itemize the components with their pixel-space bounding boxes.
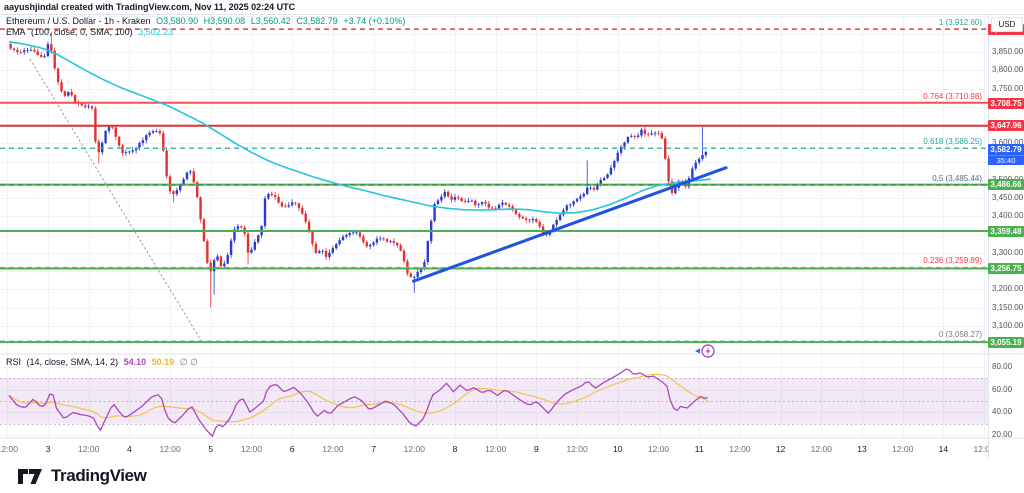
price-tick: 3,150.00 xyxy=(992,303,1023,312)
rsi-tick: 80.00 xyxy=(992,362,1012,371)
price-level-label: 3,708.75 xyxy=(988,98,1024,109)
price-tick: 3,450.00 xyxy=(992,193,1023,202)
rsi-sma-value: 50.19 xyxy=(152,357,175,367)
time-tick-intraday: 12:00 xyxy=(78,444,99,454)
time-tick-intraday: 12:00 xyxy=(485,444,506,454)
price-tick: 3,200.00 xyxy=(992,284,1023,293)
symbol-title[interactable]: Ethereum / U.S. Dollar - 1h - Kraken xyxy=(6,16,151,26)
time-tick-intraday: 12:00 xyxy=(322,444,343,454)
time-tick-day: 9 xyxy=(534,444,539,454)
time-tick-day: 4 xyxy=(127,444,132,454)
time-tick-day: 14 xyxy=(939,444,948,454)
fib-level-label: 1 (3,912.60) xyxy=(939,18,982,27)
price-level-label: 3,055.19 xyxy=(988,337,1024,348)
tradingview-mark-icon xyxy=(18,469,44,484)
time-axis[interactable]: 3 4 5 6 7 8 9 10 11 12 13 14 12:00 12:00 12:00 12:00 12:… xyxy=(0,437,988,458)
ema-params: (100, close, 0, SMA, 100) xyxy=(31,27,133,37)
price-tick: 3,100.00 xyxy=(992,321,1023,330)
time-tick-day: 5 xyxy=(208,444,213,454)
time-tick-intraday: 12:00 xyxy=(159,444,180,454)
fib-level-label: 0.764 (3,710.98) xyxy=(923,92,982,101)
time-tick-intraday: 12:00 xyxy=(0,444,18,454)
price-tick: 3,800.00 xyxy=(992,65,1023,74)
tradingview-logo[interactable]: TradingView xyxy=(18,466,146,486)
time-tick-day: 12 xyxy=(776,444,785,454)
watermark-credit: aayushjindal created with TradingView.co… xyxy=(4,2,295,12)
fib-level-label: 0.5 (3,485.44) xyxy=(932,174,982,183)
current-price-value: 3,582.79 xyxy=(988,144,1024,155)
currency-toggle-button[interactable]: USD xyxy=(991,17,1023,32)
rsi-params: (14, close, SMA, 14, 2) xyxy=(27,357,119,367)
price-tick: 3,400.00 xyxy=(992,211,1023,220)
ema-name: EMA xyxy=(6,27,26,37)
ohlc-close: C3,582.79 xyxy=(296,16,338,26)
time-tick-intraday: 12:00 xyxy=(648,444,669,454)
fib-level-label: 0.618 (3,586.25) xyxy=(923,137,982,146)
time-tick-intraday: 12:00 xyxy=(241,444,262,454)
current-price-label: 3,582.7935:40 xyxy=(988,144,1024,165)
price-scale[interactable]: 3,850.003,800.003,750.003,600.003,500.00… xyxy=(988,0,1024,458)
time-tick-day: 3 xyxy=(46,444,51,454)
price-level-label: 3,486.66 xyxy=(988,179,1024,190)
time-tick-intraday: 12:00 xyxy=(811,444,832,454)
time-tick-intraday: 12:00 xyxy=(404,444,425,454)
ohlc-open: O3,580.90 xyxy=(156,16,198,26)
time-tick-intraday: 12:00 xyxy=(892,444,913,454)
price-tick: 3,750.00 xyxy=(992,84,1023,93)
symbol-legend[interactable]: Ethereum / U.S. Dollar - 1h - Kraken O3,… xyxy=(6,16,408,26)
price-level-label: 3,647.96 xyxy=(988,120,1024,131)
ema-indicator-legend[interactable]: EMA (100, close, 0, SMA, 100) 3,502.23 xyxy=(6,27,176,37)
time-tick-day: 13 xyxy=(857,444,866,454)
ema-value: 3,502.23 xyxy=(138,27,173,37)
time-tick-intraday: 12:00 xyxy=(566,444,587,454)
price-tick: 3,300.00 xyxy=(992,248,1023,257)
boost-lightning-icon[interactable] xyxy=(694,343,716,359)
time-tick-intraday: 12:00 xyxy=(729,444,750,454)
fib-level-label: 0.236 (3,259.89) xyxy=(923,256,982,265)
bar-countdown: 35:40 xyxy=(988,155,1024,165)
brand-name: TradingView xyxy=(51,466,146,486)
rsi-indicator-legend[interactable]: RSI (14, close, SMA, 14, 2) 54.10 50.19 … xyxy=(6,357,201,368)
price-tick: 3,850.00 xyxy=(992,47,1023,56)
rsi-hidden-values: ∅ ∅ xyxy=(180,357,198,367)
time-tick-intraday: 12:00 xyxy=(973,444,988,454)
ohlc-low: L3,560.42 xyxy=(251,16,291,26)
rsi-value: 54.10 xyxy=(124,357,147,367)
cursor-arrow-icon xyxy=(695,349,700,354)
time-tick-day: 8 xyxy=(453,444,458,454)
rsi-tick: 60.00 xyxy=(992,385,1012,394)
price-change: +3.74 (+0.10%) xyxy=(343,16,405,26)
time-tick-day: 7 xyxy=(371,444,376,454)
price-level-label: 3,359.48 xyxy=(988,226,1024,237)
price-level-label: 3,256.75 xyxy=(988,263,1024,274)
fib-level-label: 0 (3,058.27) xyxy=(939,330,982,339)
rsi-tick: 40.00 xyxy=(992,407,1012,416)
ohlc-high: H3,590.08 xyxy=(204,16,246,26)
rsi-name: RSI xyxy=(6,357,21,367)
time-tick-day: 6 xyxy=(290,444,295,454)
rsi-tick: 20.00 xyxy=(992,430,1012,439)
time-tick-day: 11 xyxy=(695,444,704,454)
price-chart-canvas[interactable] xyxy=(0,0,1024,493)
time-tick-day: 10 xyxy=(613,444,622,454)
